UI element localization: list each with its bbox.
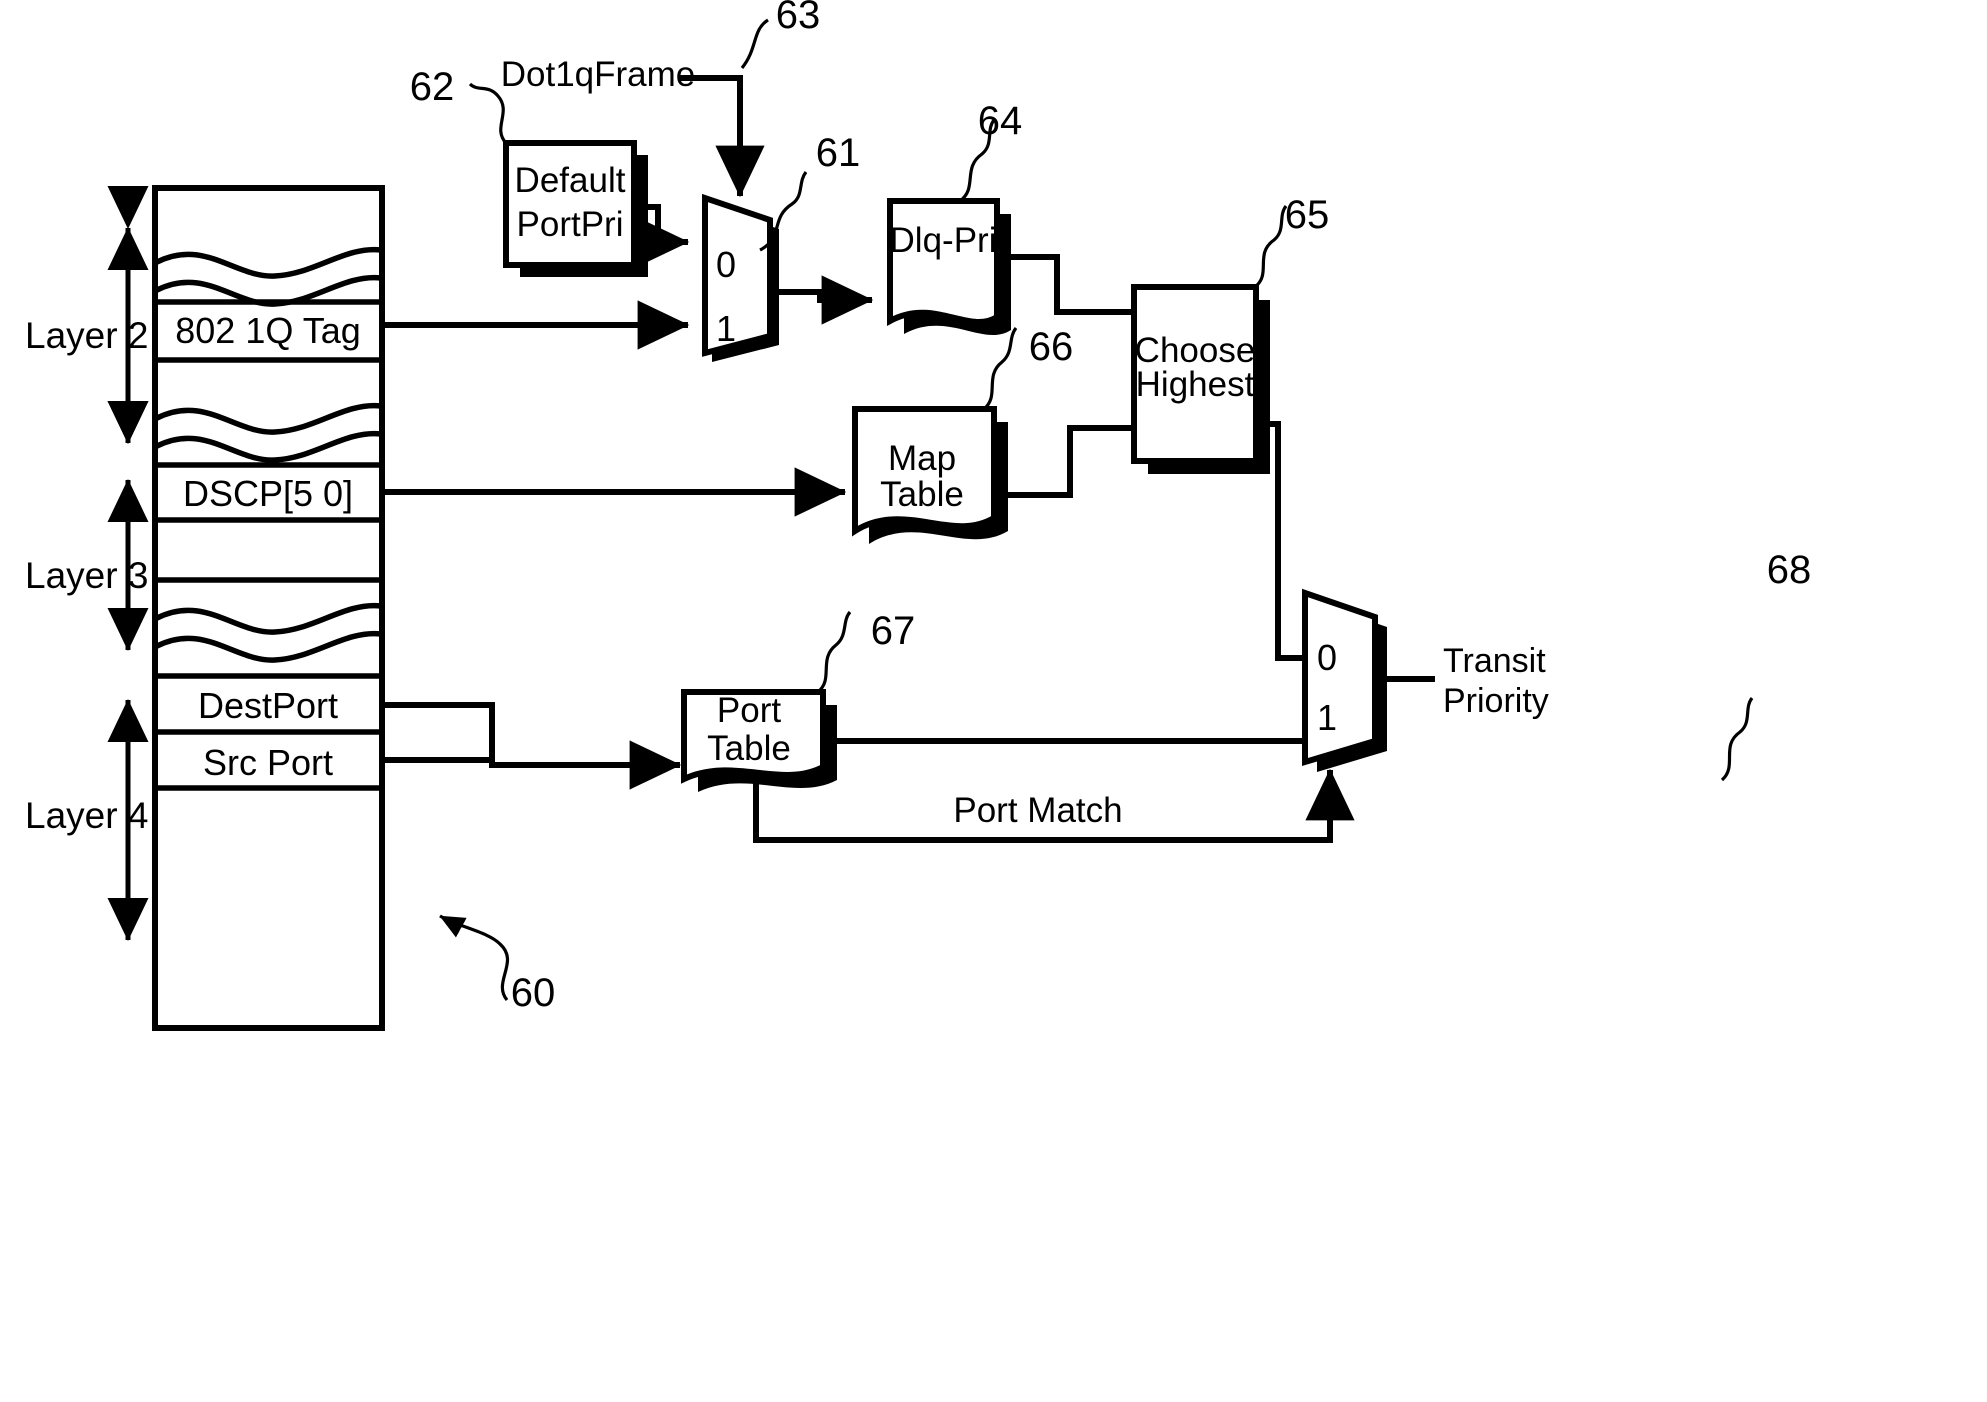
reference-61: 61: [816, 131, 861, 175]
mux-68-input-1-label: 1: [1317, 697, 1337, 738]
text-layer: Layer 2 Layer 3 Layer 4 802 1Q Tag DSCP[…: [25, 0, 1812, 1015]
dot1q-frame-label: Dot1qFrame: [501, 55, 696, 94]
transit-priority-label-line1: Transit: [1443, 642, 1546, 680]
map-table-label-line1: Map: [888, 439, 956, 478]
reference-67: 67: [871, 609, 916, 653]
reference-63: 63: [776, 0, 821, 37]
port-table-label-line1: Port: [717, 691, 781, 730]
default-port-pri-label-line2: PortPri: [517, 205, 624, 244]
reference-65: 65: [1285, 193, 1330, 237]
choose-highest-label-line2: Highest: [1136, 365, 1255, 404]
reference-62: 62: [410, 65, 455, 109]
field-srcport-label: Src Port: [203, 742, 333, 783]
field-8021q-tag-label: 802 1Q Tag: [175, 310, 360, 351]
mux-68-input-0-label: 0: [1317, 637, 1337, 678]
default-port-pri-label-line1: Default: [515, 161, 626, 200]
map-table-label-line2: Table: [880, 475, 964, 514]
patent-figure: Layer 2 Layer 3 Layer 4 802 1Q Tag DSCP[…: [0, 0, 1987, 1402]
layer-4-label: Layer 4: [25, 795, 148, 836]
mux-61-input-1-label: 1: [716, 308, 736, 349]
reference-68: 68: [1767, 548, 1812, 592]
field-destport-label: DestPort: [198, 685, 338, 726]
reference-64: 64: [978, 99, 1023, 143]
mux-61-input-0-label: 0: [716, 244, 736, 285]
port-table-label-line2: Table: [707, 729, 791, 768]
reference-60: 60: [511, 971, 556, 1015]
layer-3-label: Layer 3: [25, 555, 148, 596]
layer-2-label: Layer 2: [25, 315, 148, 356]
reference-66: 66: [1029, 325, 1074, 369]
transit-priority-label-line2: Priority: [1443, 682, 1549, 720]
field-dscp-label: DSCP[5 0]: [183, 473, 353, 514]
dlq-pri-label: Dlq-Pri: [890, 221, 997, 260]
port-match-label: Port Match: [953, 791, 1122, 830]
